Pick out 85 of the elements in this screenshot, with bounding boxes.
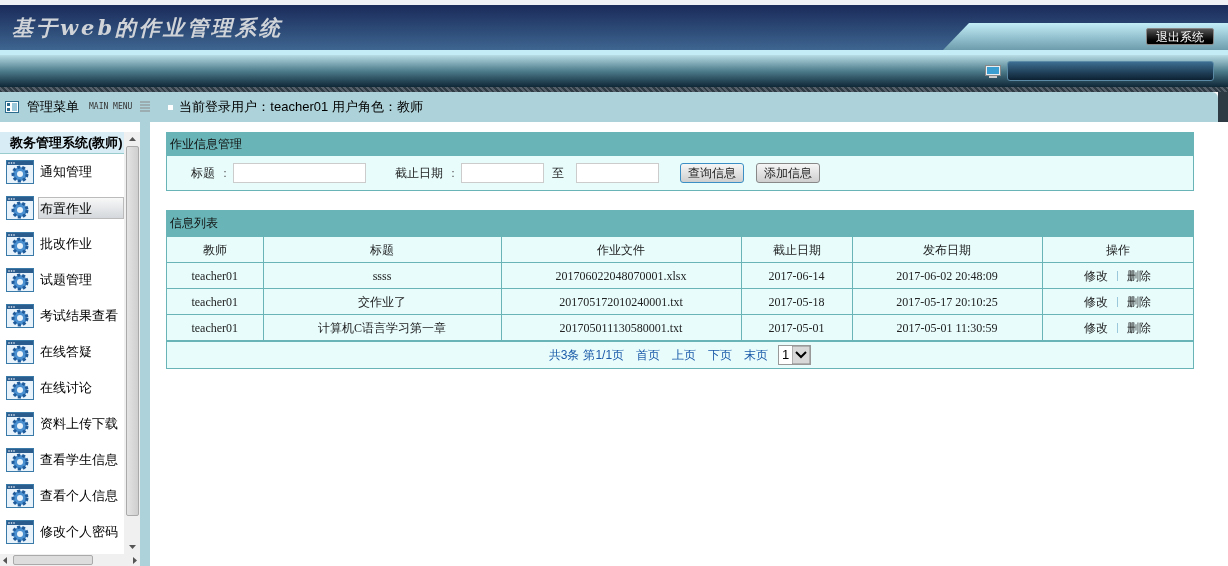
layout-icon [5, 101, 19, 113]
date-to-input[interactable] [576, 163, 659, 183]
page-link[interactable]: 下页 [708, 346, 733, 364]
sidebar-item[interactable]: 在线讨论 [38, 377, 124, 399]
sidebar-item[interactable]: 在线答疑 [38, 341, 124, 363]
edit-link[interactable]: 修改 [1084, 266, 1109, 285]
action-button[interactable]: 查询信息 [680, 163, 744, 183]
table-cell: 201705172010240001.txt [501, 288, 741, 315]
colon-separator: ： [219, 165, 231, 182]
colon-separator: ： [447, 165, 459, 182]
gear-window-icon [6, 412, 34, 436]
sidebar-item[interactable]: 查看学生信息 [38, 449, 124, 471]
gear-window-icon [6, 484, 34, 508]
title-input[interactable] [233, 163, 366, 183]
sidebar-item[interactable]: 考试结果查看 [38, 305, 124, 327]
delete-link[interactable]: 删除 [1127, 318, 1152, 337]
user-info: 当前登录用户：teacher01 用户角色：教师 [179, 98, 423, 117]
sidebar-item[interactable]: 批改作业 [38, 233, 124, 255]
scroll-left-icon[interactable] [3, 556, 7, 564]
sidebar-item[interactable]: 修改个人密码 [38, 521, 124, 543]
table-cell: 2017-05-01 11:30:59 [852, 314, 1042, 341]
sidebar-item[interactable]: 试题管理 [38, 269, 124, 291]
panel-title: 作业信息管理 [167, 133, 1193, 156]
range-separator: 至 [552, 165, 564, 182]
sidebar-item[interactable]: 资料上传下载 [38, 413, 124, 435]
page-link[interactable]: 末页 [744, 346, 769, 364]
gear-window-icon [6, 268, 34, 292]
page-select[interactable]: 1 [778, 345, 812, 365]
menu-title: 管理菜单 [27, 98, 79, 117]
edit-link[interactable]: 修改 [1084, 292, 1109, 311]
column-header: 标题 [263, 236, 501, 263]
gear-window-icon [6, 196, 34, 220]
date-from-input[interactable] [461, 163, 544, 183]
table-cell: 2017-05-18 [741, 288, 852, 315]
delete-link[interactable]: 删除 [1127, 266, 1152, 285]
vertical-scrollbar[interactable] [124, 132, 140, 554]
action-button[interactable]: 添加信息 [756, 163, 820, 183]
gear-window-icon [6, 376, 34, 400]
gear-window-icon [6, 232, 34, 256]
column-header: 操作 [1042, 236, 1193, 263]
logout-button[interactable]: 退出系统 [1146, 28, 1214, 45]
horizontal-scrollbar[interactable] [0, 554, 140, 566]
page-link[interactable]: 首页 [636, 346, 661, 364]
page-link[interactable]: 上页 [672, 346, 697, 364]
app-title: 基于web的作业管理系统 [12, 13, 284, 42]
table-cell: teacher01 [167, 314, 263, 341]
gear-window-icon [6, 304, 34, 328]
table-cell: teacher01 [167, 288, 263, 315]
sidebar-title: 教务管理系统(教师) [0, 132, 124, 154]
scroll-down-icon[interactable] [128, 545, 136, 549]
column-header: 教师 [167, 236, 263, 263]
column-header: 发布日期 [852, 236, 1042, 263]
menu-subtitle: MAIN MENU [89, 101, 133, 113]
panel-title: 信息列表 [167, 211, 1193, 236]
table-cell: 2017-05-17 20:10:25 [852, 288, 1042, 315]
field-label: 截止日期 [395, 165, 443, 182]
bullet-icon [168, 104, 174, 110]
lines-icon [140, 101, 151, 113]
scroll-right-icon[interactable] [133, 556, 137, 564]
table-cell: 2017-06-14 [741, 262, 852, 289]
table-cell: ssss [263, 262, 501, 289]
table-cell: 计算机C语言学习第一章 [263, 314, 501, 341]
gear-window-icon [6, 448, 34, 472]
sidebar-item[interactable]: 通知管理 [38, 161, 124, 183]
sidebar-item[interactable]: 查看个人信息 [38, 485, 124, 507]
gear-window-icon [6, 340, 34, 364]
window-edge [1218, 92, 1228, 122]
scroll-up-icon[interactable] [128, 137, 136, 141]
sidebar-item[interactable]: 布置作业 [38, 197, 124, 219]
monitor-icon [985, 64, 1001, 78]
delete-link[interactable]: 删除 [1127, 292, 1152, 311]
table-cell: teacher01 [167, 262, 263, 289]
record-count: 共3条 [548, 347, 580, 364]
gear-window-icon [6, 160, 34, 184]
gear-window-icon [6, 520, 34, 544]
page-indicator: 第1/1页 [583, 347, 625, 364]
column-header: 截止日期 [741, 236, 852, 263]
edit-link[interactable]: 修改 [1084, 318, 1109, 337]
field-label: 标题 [191, 165, 215, 182]
table-cell: 201706022048070001.xlsx [501, 262, 741, 289]
table-cell: 201705011130580001.txt [501, 314, 741, 341]
table-cell: 2017-06-02 20:48:09 [852, 262, 1042, 289]
column-header: 作业文件 [501, 236, 741, 263]
table-cell: 交作业了 [263, 288, 501, 315]
table-cell: 2017-05-01 [741, 314, 852, 341]
